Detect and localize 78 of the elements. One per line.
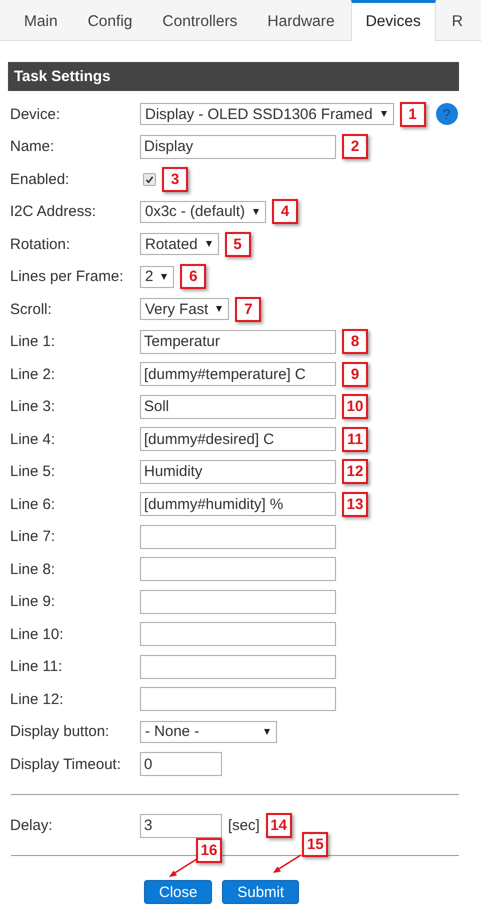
field-label: Device: bbox=[10, 106, 62, 123]
field-label: Line 1: bbox=[10, 333, 56, 350]
tab[interactable]: Hardware bbox=[253, 0, 349, 40]
callout-number: 11 bbox=[342, 426, 368, 452]
field-label: Enabled: bbox=[10, 170, 70, 188]
text-field[interactable]: Soll bbox=[140, 394, 336, 419]
callout-arrow bbox=[272, 854, 302, 874]
checkbox[interactable] bbox=[143, 172, 156, 186]
callout-number: 16 bbox=[196, 838, 222, 863]
callout-number: 12 bbox=[342, 459, 368, 484]
unit-label: [sec] bbox=[228, 817, 260, 834]
dropdown[interactable]: Display - OLED SSD1306 Framed bbox=[140, 103, 394, 126]
caret-icon bbox=[206, 241, 212, 248]
field-label: Line 10: bbox=[10, 626, 64, 643]
text-field[interactable]: 3 bbox=[140, 814, 222, 838]
text-field[interactable]: [dummy#desired] C bbox=[140, 427, 336, 452]
tab[interactable]: Config bbox=[74, 0, 146, 40]
callout-number: 2 bbox=[342, 134, 368, 160]
callout-number: 6 bbox=[180, 264, 206, 290]
submit-button[interactable]: Submit bbox=[222, 880, 300, 904]
callout-number: 1 bbox=[400, 102, 426, 127]
field-label: Line 7: bbox=[10, 528, 56, 546]
field-label: Display Timeout: bbox=[10, 756, 122, 773]
field-label: Line 5: bbox=[10, 463, 56, 480]
field-label: Line 11: bbox=[10, 658, 64, 676]
dropdown[interactable]: 2 bbox=[140, 266, 174, 288]
caret-icon bbox=[264, 728, 270, 735]
field-label: Line 12: bbox=[10, 690, 64, 708]
close-button[interactable]: Close bbox=[144, 880, 212, 904]
field-label: Line 3: bbox=[10, 398, 56, 416]
field-label: Name: bbox=[10, 138, 56, 156]
dropdown[interactable]: - None - bbox=[140, 720, 277, 743]
callout-arrow bbox=[168, 858, 198, 878]
text-field[interactable] bbox=[140, 654, 336, 679]
callout-number: 13 bbox=[342, 492, 368, 517]
field-label: Scroll: bbox=[10, 300, 53, 318]
text-field[interactable] bbox=[140, 590, 336, 614]
callout-number: 14 bbox=[266, 813, 292, 838]
caret-icon bbox=[253, 208, 260, 215]
text-field[interactable]: Humidity bbox=[140, 460, 336, 484]
field-label: Line 9: bbox=[10, 593, 56, 610]
text-field[interactable] bbox=[140, 524, 336, 549]
caret-icon bbox=[161, 274, 168, 280]
callout-number: 8 bbox=[342, 329, 368, 354]
text-field[interactable]: 0 bbox=[140, 752, 222, 776]
text-field[interactable] bbox=[140, 687, 336, 712]
text-field[interactable]: [dummy#temperature] C bbox=[140, 362, 336, 386]
tab[interactable]: R bbox=[438, 0, 477, 40]
callout-number: 10 bbox=[342, 394, 368, 420]
dropdown[interactable]: Very Fast bbox=[140, 298, 230, 320]
dropdown[interactable]: 0x3c - (default) bbox=[140, 200, 266, 223]
callout-number: 5 bbox=[224, 232, 251, 257]
caret-icon bbox=[380, 111, 387, 118]
field-label: Rotation: bbox=[10, 236, 72, 253]
field-label: Line 4: bbox=[10, 430, 56, 448]
text-field[interactable]: Display bbox=[140, 134, 336, 159]
callout-number: 9 bbox=[342, 362, 368, 387]
text-field[interactable]: Temperatur bbox=[140, 330, 336, 354]
field-label: Display button: bbox=[10, 723, 110, 740]
field-label: Line 2: bbox=[10, 366, 56, 383]
tab[interactable]: Controllers bbox=[148, 0, 252, 40]
field-label: Delay: bbox=[10, 817, 54, 834]
field-label: Lines per Frame: bbox=[10, 268, 124, 286]
section-header: Task Settings bbox=[8, 62, 459, 91]
field-label: Line 8: bbox=[10, 560, 56, 578]
text-field[interactable] bbox=[140, 557, 336, 582]
callout-number: 3 bbox=[162, 166, 188, 192]
callout-number: 7 bbox=[235, 296, 262, 322]
caret-icon bbox=[216, 306, 222, 312]
dropdown[interactable]: Rotated bbox=[140, 233, 219, 256]
field-label: Line 6: bbox=[10, 496, 56, 513]
tab[interactable]: Devices bbox=[350, 0, 436, 41]
callout-number: 15 bbox=[302, 832, 328, 857]
callout-number: 4 bbox=[272, 199, 298, 224]
field-label: I2C Address: bbox=[10, 203, 97, 220]
tab[interactable]: Main bbox=[10, 0, 72, 40]
text-field[interactable]: [dummy#humidity] % bbox=[140, 492, 336, 516]
text-field[interactable] bbox=[140, 622, 336, 646]
